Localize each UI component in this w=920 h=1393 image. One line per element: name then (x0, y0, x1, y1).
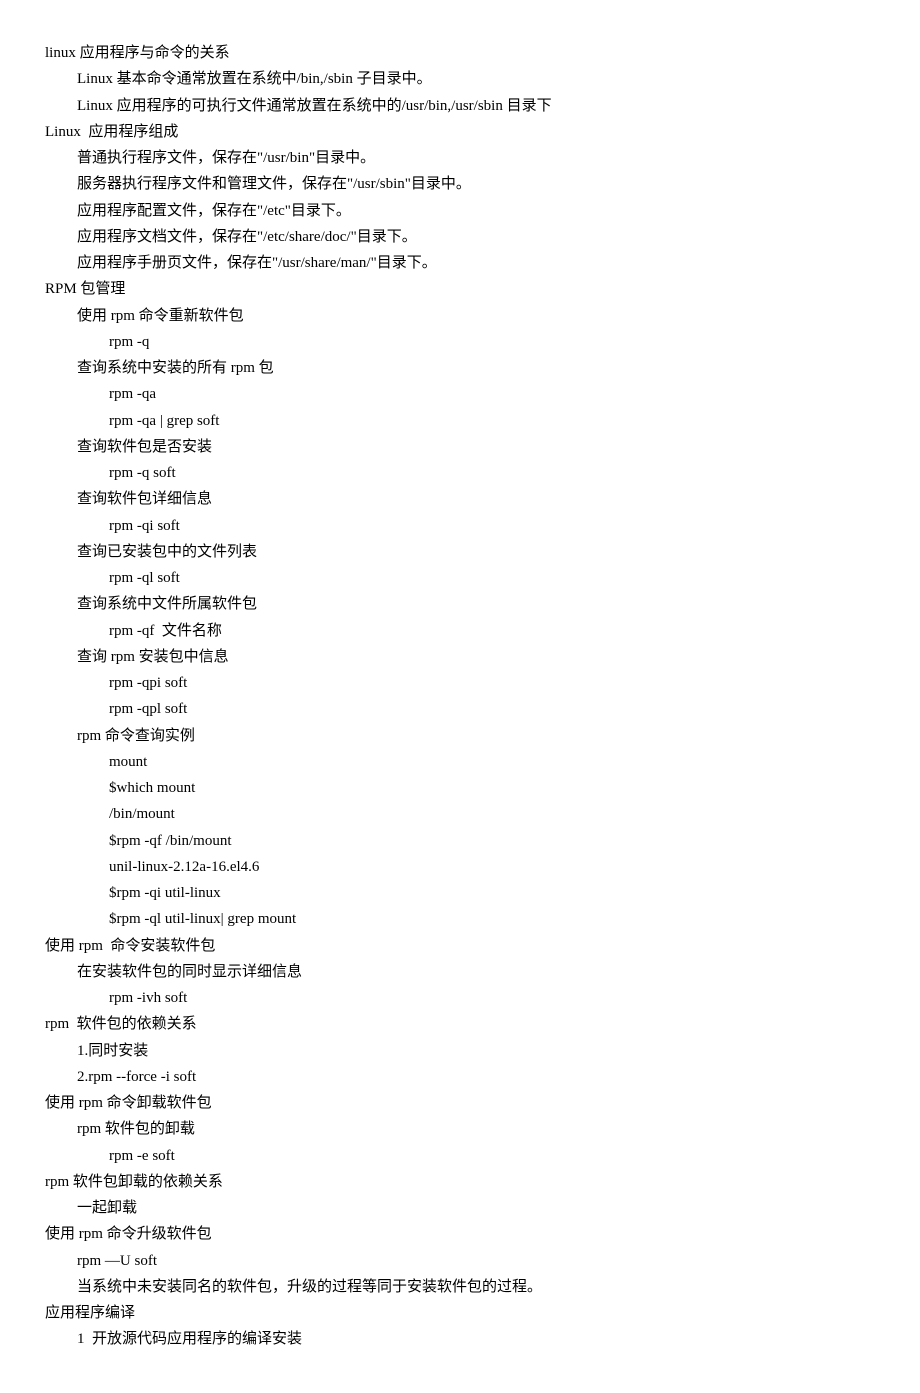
document-line: rpm 软件包的卸载 (45, 1116, 875, 1142)
document-line: rpm 命令查询实例 (45, 723, 875, 749)
document-line: 在安装软件包的同时显示详细信息 (45, 959, 875, 985)
document-line: 1 开放源代码应用程序的编译安装 (45, 1326, 875, 1352)
document-line: rpm -q (45, 329, 875, 355)
document-line: 服务器执行程序文件和管理文件，保存在"/usr/sbin"目录中。 (45, 171, 875, 197)
document-line: rpm -e soft (45, 1143, 875, 1169)
document-line: Linux 应用程序的可执行文件通常放置在系统中的/usr/bin,/usr/s… (45, 93, 875, 119)
document-line: $which mount (45, 775, 875, 801)
document-line: rpm -qi soft (45, 513, 875, 539)
document-line: rpm -qpi soft (45, 670, 875, 696)
document-line: rpm -ivh soft (45, 985, 875, 1011)
document-line: 查询软件包是否安装 (45, 434, 875, 460)
document-line: $rpm -qi util-linux (45, 880, 875, 906)
document-line: RPM 包管理 (45, 276, 875, 302)
document-line: rpm -qa (45, 381, 875, 407)
document-line: 当系统中未安装同名的软件包，升级的过程等同于安装软件包的过程。 (45, 1274, 875, 1300)
document-line: rpm -q soft (45, 460, 875, 486)
document-line: 使用 rpm 命令安装软件包 (45, 933, 875, 959)
document-line: Linux 基本命令通常放置在系统中/bin,/sbin 子目录中。 (45, 66, 875, 92)
document-line: mount (45, 749, 875, 775)
document-line: 查询系统中文件所属软件包 (45, 591, 875, 617)
document-line: 2.rpm --force -i soft (45, 1064, 875, 1090)
document-line: rpm 软件包卸载的依赖关系 (45, 1169, 875, 1195)
document-line: rpm 软件包的依赖关系 (45, 1011, 875, 1037)
document-line: rpm —U soft (45, 1248, 875, 1274)
document-line: 应用程序配置文件，保存在"/etc"目录下。 (45, 198, 875, 224)
document-line: Linux 应用程序组成 (45, 119, 875, 145)
document-line: 查询软件包详细信息 (45, 486, 875, 512)
document-line: linux 应用程序与命令的关系 (45, 40, 875, 66)
document-line: unil-linux-2.12a-16.el4.6 (45, 854, 875, 880)
document-line: 查询系统中安装的所有 rpm 包 (45, 355, 875, 381)
document-line: 应用程序文档文件，保存在"/etc/share/doc/"目录下。 (45, 224, 875, 250)
document-line: 应用程序手册页文件，保存在"/usr/share/man/"目录下。 (45, 250, 875, 276)
document-line: rpm -qa | grep soft (45, 408, 875, 434)
document-line: rpm -qpl soft (45, 696, 875, 722)
document-content: linux 应用程序与命令的关系Linux 基本命令通常放置在系统中/bin,/… (45, 40, 875, 1353)
document-line: $rpm -qf /bin/mount (45, 828, 875, 854)
document-line: 查询已安装包中的文件列表 (45, 539, 875, 565)
document-line: /bin/mount (45, 801, 875, 827)
document-line: 1.同时安装 (45, 1038, 875, 1064)
document-line: 普通执行程序文件，保存在"/usr/bin"目录中。 (45, 145, 875, 171)
document-line: $rpm -ql util-linux| grep mount (45, 906, 875, 932)
document-line: 使用 rpm 命令卸载软件包 (45, 1090, 875, 1116)
document-line: 查询 rpm 安装包中信息 (45, 644, 875, 670)
document-line: 使用 rpm 命令升级软件包 (45, 1221, 875, 1247)
document-line: rpm -ql soft (45, 565, 875, 591)
document-line: 一起卸载 (45, 1195, 875, 1221)
document-line: rpm -qf 文件名称 (45, 618, 875, 644)
document-line: 使用 rpm 命令重新软件包 (45, 303, 875, 329)
document-line: 应用程序编译 (45, 1300, 875, 1326)
